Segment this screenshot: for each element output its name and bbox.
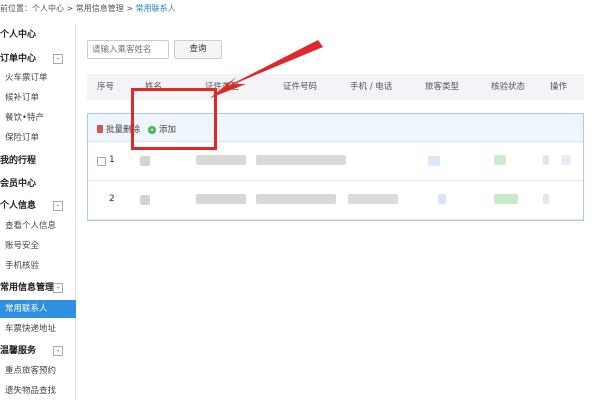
redacted-id-number <box>256 155 346 165</box>
sidebar-group-label: 个人中心 <box>0 30 37 40</box>
redacted-verify-status <box>494 155 506 165</box>
sidebar-group-personal-info[interactable]: 个人信息 - <box>0 197 76 215</box>
sidebar-group-personal-center[interactable]: 个人中心 <box>0 26 76 44</box>
col-header-verify-status: 核验状态 <box>491 82 526 92</box>
sidebar-group-orders[interactable]: 订单中心 - <box>0 50 76 68</box>
sidebar-group-label: 个人信息 <box>0 201 37 211</box>
sidebar-group-label: 我的行程 <box>0 156 37 166</box>
sidebar-group-label: 常用信息管理 <box>0 283 55 293</box>
sidebar-item-view-info[interactable]: 查看个人信息 <box>0 217 76 235</box>
highlight-box <box>131 88 217 150</box>
row-checkbox[interactable] <box>97 157 106 166</box>
sidebar-item-label: 保险订单 <box>5 133 40 143</box>
redacted-name <box>140 156 150 166</box>
sidebar-item-label: 手机核验 <box>5 261 40 271</box>
redacted-passenger-type <box>438 194 446 204</box>
sidebar-item-waitlist-orders[interactable]: 候补订单 <box>0 89 76 107</box>
redacted-id-number <box>256 194 336 204</box>
table-row[interactable]: 2 <box>88 182 583 220</box>
breadcrumb-path: 前位置：个人中心 > 常用信息管理 > <box>0 4 136 13</box>
sidebar-item-label: 车票快递地址 <box>5 324 57 334</box>
collapse-icon[interactable]: - <box>53 346 63 356</box>
query-button[interactable]: 查询 <box>174 40 222 59</box>
row-index: 1 <box>109 155 115 165</box>
breadcrumb: 前位置：个人中心 > 常用信息管理 > 常用联系人 <box>0 3 176 15</box>
sidebar-item-insurance-orders[interactable]: 保险订单 <box>0 129 76 147</box>
redacted-id-type <box>196 194 246 204</box>
col-header-passenger-type: 旅客类型 <box>425 82 460 92</box>
sidebar-item-label: 查看个人信息 <box>5 221 57 231</box>
sidebar-group-label: 温馨服务 <box>0 346 37 356</box>
sidebar-item-label: 重点旅客预约 <box>5 366 57 376</box>
redacted-action[interactable] <box>543 155 549 165</box>
col-header-index: 序号 <box>97 82 115 92</box>
passenger-name-input[interactable] <box>87 40 169 59</box>
redacted-id-type <box>196 155 246 165</box>
redacted-name <box>140 195 150 205</box>
collapse-icon[interactable]: - <box>53 54 63 64</box>
redacted-passenger-type <box>428 156 440 166</box>
sidebar-item-lost-items[interactable]: 遗失物品查找 <box>0 382 76 400</box>
sidebar-group-common-info[interactable]: 常用信息管理 - <box>0 279 76 297</box>
sidebar: 个人中心 订单中心 - 火车票订单 候补订单 餐饮•特产 保险订单 我的行程 会员… <box>0 24 76 400</box>
sidebar-item-common-contacts[interactable]: 常用联系人 <box>0 300 76 318</box>
col-header-phone: 手机 / 电话 <box>350 82 393 92</box>
collapse-icon[interactable]: - <box>53 283 63 293</box>
collapse-icon[interactable]: - <box>53 201 63 211</box>
sidebar-item-label: 常用联系人 <box>5 304 48 314</box>
sidebar-item-label: 账号安全 <box>5 241 40 251</box>
sidebar-item-label: 餐饮•特产 <box>5 113 45 123</box>
sidebar-item-key-passenger[interactable]: 重点旅客预约 <box>0 362 76 380</box>
sidebar-item-account-security[interactable]: 账号安全 <box>0 237 76 255</box>
sidebar-item-label: 候补订单 <box>5 93 40 103</box>
col-header-actions: 操作 <box>550 82 568 92</box>
row-index: 2 <box>109 194 115 204</box>
col-header-id-number: 证件号码 <box>283 82 318 92</box>
redacted-phone <box>348 194 398 204</box>
redacted-verify-status <box>494 194 518 204</box>
sidebar-item-catering[interactable]: 餐饮•特产 <box>0 109 76 127</box>
breadcrumb-current[interactable]: 常用联系人 <box>136 4 176 13</box>
sidebar-group-label: 订单中心 <box>0 54 37 64</box>
sidebar-group-label: 会员中心 <box>0 179 37 189</box>
redacted-action[interactable] <box>561 155 571 165</box>
sidebar-item-train-orders[interactable]: 火车票订单 <box>0 69 76 87</box>
sidebar-group-membership[interactable]: 会员中心 <box>0 175 76 193</box>
redacted-action[interactable] <box>543 194 549 204</box>
trash-icon <box>97 125 103 133</box>
sidebar-item-label: 遗失物品查找 <box>5 386 57 396</box>
sidebar-group-my-trips[interactable]: 我的行程 <box>0 152 76 170</box>
sidebar-item-label: 火车票订单 <box>5 73 48 83</box>
sidebar-group-services[interactable]: 温馨服务 - <box>0 342 76 360</box>
sidebar-item-delivery-address[interactable]: 车票快递地址 <box>0 320 76 338</box>
sidebar-item-phone-verify[interactable]: 手机核验 <box>0 257 76 275</box>
